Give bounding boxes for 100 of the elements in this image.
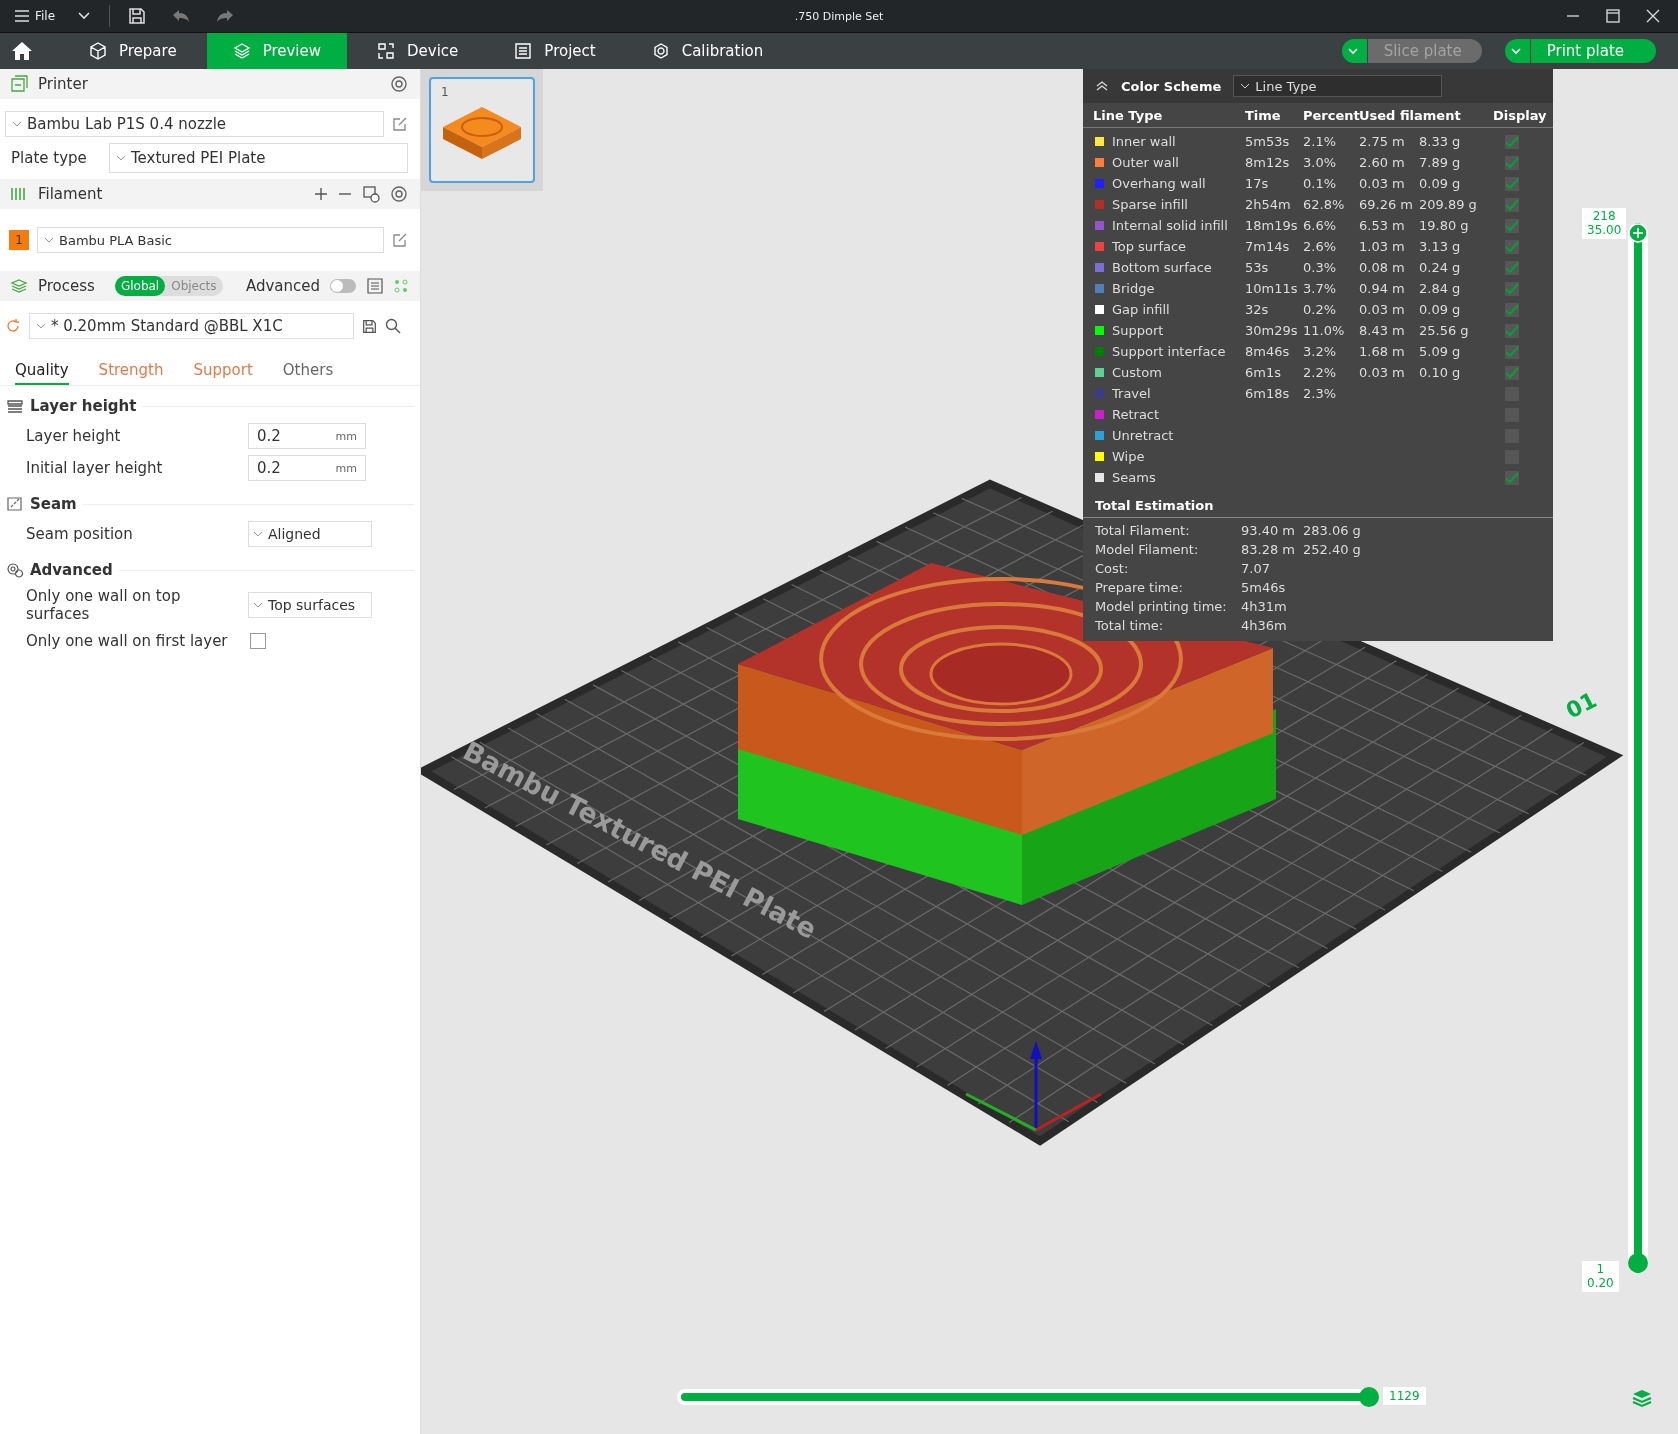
slider-handle[interactable] xyxy=(1359,1387,1379,1407)
edit-icon[interactable] xyxy=(392,232,408,248)
layers-icon[interactable] xyxy=(1631,1389,1653,1409)
total-value: 4h36m xyxy=(1241,618,1288,633)
percent-value: 3.7% xyxy=(1303,281,1337,296)
settings-icon[interactable] xyxy=(390,75,408,93)
nav-tab[interactable]: Prepare xyxy=(63,33,203,69)
redo-icon[interactable] xyxy=(216,9,235,23)
display-checkbox[interactable] xyxy=(1505,365,1519,380)
undo-icon[interactable] xyxy=(172,9,191,23)
setting-label: Layer height xyxy=(26,427,122,445)
dropdown-icon[interactable] xyxy=(1503,39,1530,63)
settings-icon[interactable] xyxy=(390,185,408,203)
display-checkbox[interactable] xyxy=(1505,197,1519,212)
list-icon[interactable] xyxy=(366,277,384,295)
group-title: Advanced xyxy=(30,561,113,579)
percent-value: 2.2% xyxy=(1303,365,1337,380)
search-icon[interactable] xyxy=(385,318,401,334)
layers-icon xyxy=(232,42,251,60)
setting-input[interactable]: 0.2 mm xyxy=(248,455,366,481)
device-icon xyxy=(377,42,396,60)
setting-checkbox[interactable] xyxy=(250,633,266,649)
total-value: 4h31m xyxy=(1241,599,1288,614)
maximize-icon[interactable] xyxy=(1606,9,1620,23)
reset-icon[interactable] xyxy=(5,318,21,334)
column-header: Line Type xyxy=(1093,107,1164,123)
home-icon[interactable] xyxy=(11,41,33,61)
slider-handle[interactable] xyxy=(1628,1253,1648,1273)
setting-label: Only one wall on top surfaces xyxy=(26,587,182,623)
time-value: 8m46s xyxy=(1245,344,1290,359)
setting-dropdown[interactable]: Top surfaces xyxy=(248,592,372,618)
percent-value: 6.6% xyxy=(1303,218,1337,233)
display-checkbox[interactable] xyxy=(1505,176,1519,191)
line-type-name: Seams xyxy=(1112,470,1156,485)
save-icon[interactable] xyxy=(362,318,377,334)
display-checkbox[interactable] xyxy=(1505,323,1519,338)
plate-thumbnail[interactable]: 1 xyxy=(429,77,535,183)
weight-value: 0.10 g xyxy=(1419,365,1461,380)
nav-tab[interactable]: Device xyxy=(351,33,485,69)
advanced-switch[interactable] xyxy=(330,279,356,293)
display-checkbox[interactable] xyxy=(1505,134,1519,149)
save-icon[interactable] xyxy=(128,7,147,25)
file-menu-button[interactable]: File xyxy=(10,7,60,25)
length-value: 69.26 m xyxy=(1359,197,1413,212)
line-type-name: Wipe xyxy=(1112,449,1145,464)
filament-number: 1 xyxy=(9,230,29,250)
chevron-down-icon xyxy=(253,602,263,608)
setting-input[interactable]: 0.2 mm xyxy=(248,423,366,449)
settings-tab[interactable]: Quality xyxy=(15,357,69,385)
weight-value: 2.84 g xyxy=(1419,281,1461,296)
percent-value: 0.3% xyxy=(1303,260,1337,275)
nodes-icon[interactable] xyxy=(394,279,408,293)
weight-value: 0.09 g xyxy=(1419,176,1461,191)
nav-tab[interactable]: Project xyxy=(488,33,622,69)
nav-tab[interactable]: Calibration xyxy=(625,33,790,69)
plate-type-dropdown[interactable]: Textured PEI Plate xyxy=(109,143,408,173)
setting-label: Seam position xyxy=(26,525,134,543)
display-checkbox[interactable] xyxy=(1505,239,1519,254)
layer-slider-track[interactable] xyxy=(1628,223,1648,1273)
percent-value: 0.2% xyxy=(1303,302,1337,317)
move-slider-track[interactable] xyxy=(677,1389,1377,1405)
close-icon[interactable] xyxy=(1646,9,1660,23)
display-checkbox[interactable] xyxy=(1505,155,1519,170)
advanced-label: Advanced xyxy=(245,277,320,295)
display-checkbox[interactable] xyxy=(1505,470,1519,485)
collapse-icon[interactable] xyxy=(1095,80,1109,92)
color-scheme-dropdown[interactable]: Line Type xyxy=(1233,75,1443,97)
plus-icon[interactable] xyxy=(314,187,328,201)
settings-tab[interactable]: Others xyxy=(282,357,334,385)
printer-dropdown[interactable]: Bambu Lab P1S 0.4 nozzle xyxy=(5,111,384,137)
length-value: 0.03 m xyxy=(1359,302,1405,317)
top-layer-label: 218 35.00 xyxy=(1582,208,1627,239)
length-value: 2.60 m xyxy=(1359,155,1405,170)
slider-handle-plus-icon[interactable] xyxy=(1628,223,1648,243)
weight-value: 19.80 g xyxy=(1419,218,1469,233)
column-header: Percent xyxy=(1303,107,1359,123)
display-checkbox[interactable] xyxy=(1505,344,1519,359)
edit-icon[interactable] xyxy=(392,116,408,132)
display-checkbox[interactable] xyxy=(1505,260,1519,275)
process-preset-dropdown[interactable]: * 0.20mm Standard @BBL X1C xyxy=(29,313,354,339)
filament-dropdown[interactable]: Bambu PLA Basic xyxy=(37,227,384,253)
line-type-name: Support xyxy=(1112,323,1164,338)
dropdown-icon[interactable] xyxy=(1340,39,1367,63)
line-type-name: Inner wall xyxy=(1112,134,1176,149)
percent-value: 3.2% xyxy=(1303,344,1337,359)
legend-title: Color Scheme xyxy=(1121,78,1222,94)
display-checkbox[interactable] xyxy=(1505,218,1519,233)
line-type-name: Top surface xyxy=(1112,239,1187,254)
sync-icon[interactable] xyxy=(362,185,380,203)
total-label: Cost: xyxy=(1095,561,1130,576)
time-value: 10m11s xyxy=(1245,281,1298,296)
time-value: 6m18s xyxy=(1245,386,1290,401)
time-value: 7m14s xyxy=(1245,239,1290,254)
display-checkbox[interactable] xyxy=(1505,281,1519,296)
chevron-down-icon[interactable] xyxy=(77,11,92,21)
display-checkbox[interactable] xyxy=(1505,302,1519,317)
time-value: 53s xyxy=(1245,260,1269,275)
time-value: 32s xyxy=(1245,302,1269,317)
setting-dropdown[interactable]: Aligned xyxy=(248,521,372,547)
chevron-down-icon xyxy=(116,155,126,161)
